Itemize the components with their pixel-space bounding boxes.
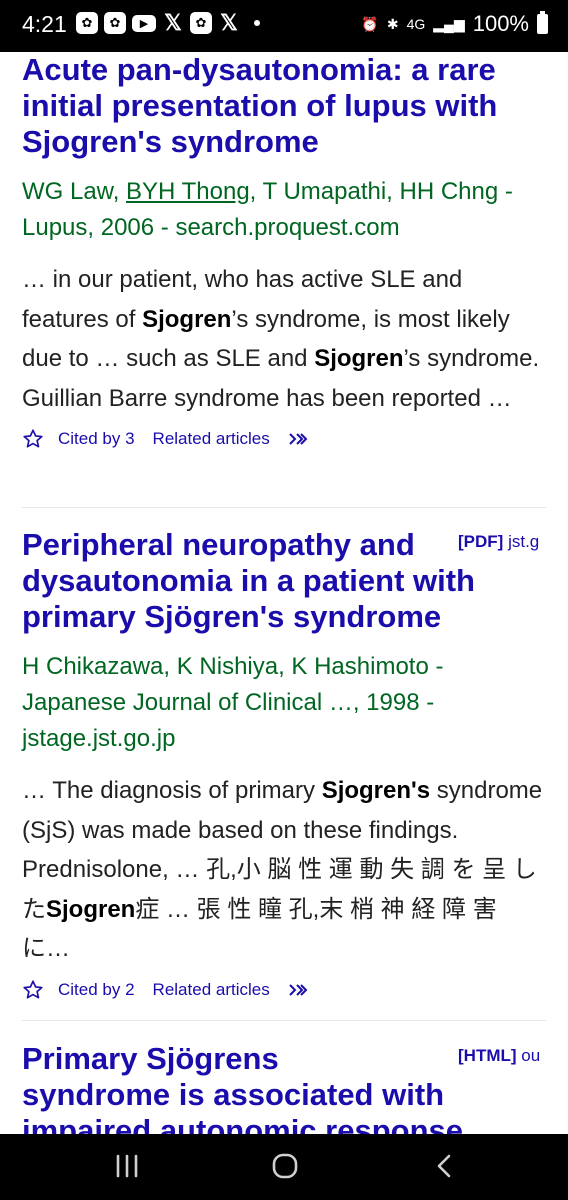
more-options-icon[interactable] xyxy=(288,981,310,999)
home-icon[interactable] xyxy=(271,1152,299,1180)
signal-icon: ▂▄▆ xyxy=(433,15,465,32)
result-title[interactable]: Primary Sjögrens syndrome is associated … xyxy=(22,1041,544,1134)
result-divider xyxy=(22,507,546,508)
app-notification-icon: ✿ xyxy=(76,12,98,34)
recent-apps-icon[interactable] xyxy=(114,1152,140,1180)
status-bar: 4:21 ✿ ✿ ▶ 𝕏 ✿ 𝕏 ⏰ ✱ 4G ▂▄▆ 100% xyxy=(0,0,568,52)
result-divider xyxy=(22,1020,546,1021)
app-notification-icon: ✿ xyxy=(104,12,126,34)
more-notifications-dot xyxy=(254,20,260,26)
more-options-icon[interactable] xyxy=(288,430,310,448)
author-link[interactable]: BYH Thong xyxy=(126,178,250,205)
x-icon: 𝕏 xyxy=(164,10,182,35)
result-authors: WG Law, BYH Thong, T Umapathi, HH Chng -… xyxy=(22,178,513,241)
app-notification-icon: ✿ xyxy=(190,12,212,34)
result-item: Primary Sjögrens syndrome is associated … xyxy=(22,1041,544,1134)
result-item: Peripheral neuropathy and dysautonomia i… xyxy=(22,527,544,1001)
notification-icons: ✿ ✿ ▶ 𝕏 ✿ 𝕏 xyxy=(76,10,260,35)
network-type: 4G xyxy=(406,16,426,32)
result-item: Acute pan-dysautonomia: a rare initial p… xyxy=(22,52,544,450)
star-icon[interactable] xyxy=(22,979,44,1001)
result-snippet: … in our patient, who has active SLE and… xyxy=(22,266,540,412)
results-list: Acute pan-dysautonomia: a rare initial p… xyxy=(0,52,568,1134)
status-time: 4:21 xyxy=(22,11,67,37)
cited-by-link[interactable]: Cited by 3 xyxy=(58,429,135,449)
youtube-icon: ▶ xyxy=(132,14,156,32)
battery-icon xyxy=(537,11,548,34)
result-actions: Cited by 3 Related articles xyxy=(22,428,544,450)
result-actions: Cited by 2 Related articles xyxy=(22,979,544,1001)
result-title[interactable]: Peripheral neuropathy and dysautonomia i… xyxy=(22,527,544,635)
system-nav-bar xyxy=(0,1134,568,1200)
result-authors: H Chikazawa, K Nishiya, K Hashimoto - Ja… xyxy=(22,653,444,752)
result-snippet: … The diagnosis of primary Sjogren's syn… xyxy=(22,777,543,962)
alarm-icon: ⏰ xyxy=(361,15,379,32)
battery-percent: 100% xyxy=(472,11,529,36)
x-icon: 𝕏 xyxy=(220,10,238,35)
star-icon[interactable] xyxy=(22,428,44,450)
cited-by-link[interactable]: Cited by 2 xyxy=(58,980,135,1000)
related-articles-link[interactable]: Related articles xyxy=(153,980,270,1000)
related-articles-link[interactable]: Related articles xyxy=(153,429,270,449)
status-right: ⏰ ✱ 4G ▂▄▆ 100% xyxy=(361,11,548,37)
bluetooth-icon: ✱ xyxy=(386,15,399,32)
back-icon[interactable] xyxy=(432,1152,458,1180)
result-title[interactable]: Acute pan-dysautonomia: a rare initial p… xyxy=(22,52,544,160)
